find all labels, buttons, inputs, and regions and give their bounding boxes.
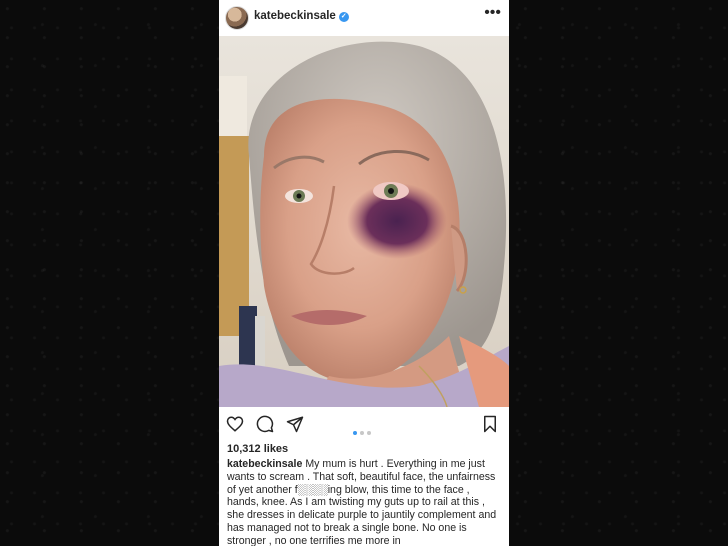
avatar[interactable]: [225, 6, 249, 30]
carousel-dot: [367, 431, 371, 435]
username[interactable]: katebeckinsale ✓: [254, 10, 349, 22]
carousel-dot: [360, 431, 364, 435]
likes-count[interactable]: 10,312 likes: [227, 443, 288, 455]
post-header: katebeckinsale ✓ •••: [219, 0, 509, 36]
verified-badge-icon: ✓: [338, 12, 349, 22]
username-text[interactable]: katebeckinsale: [254, 10, 336, 22]
carousel-indicator: [353, 422, 374, 440]
carousel-dot-active: [353, 431, 357, 435]
comment-icon[interactable]: [256, 415, 274, 433]
instagram-post: katebeckinsale ✓ ••• 10,312 likes katebe…: [219, 0, 509, 546]
action-bar: [219, 407, 509, 441]
bookmark-icon[interactable]: [482, 415, 498, 433]
caption-username[interactable]: katebeckinsale: [227, 458, 302, 470]
heart-icon[interactable]: [226, 415, 244, 433]
more-options-icon[interactable]: •••: [484, 4, 501, 22]
caption-text: My mum is hurt . Everything in me just w…: [227, 458, 497, 546]
post-photo[interactable]: [219, 36, 509, 407]
post-caption: katebeckinsale My mum is hurt . Everythi…: [227, 458, 503, 546]
send-icon[interactable]: [286, 415, 304, 433]
